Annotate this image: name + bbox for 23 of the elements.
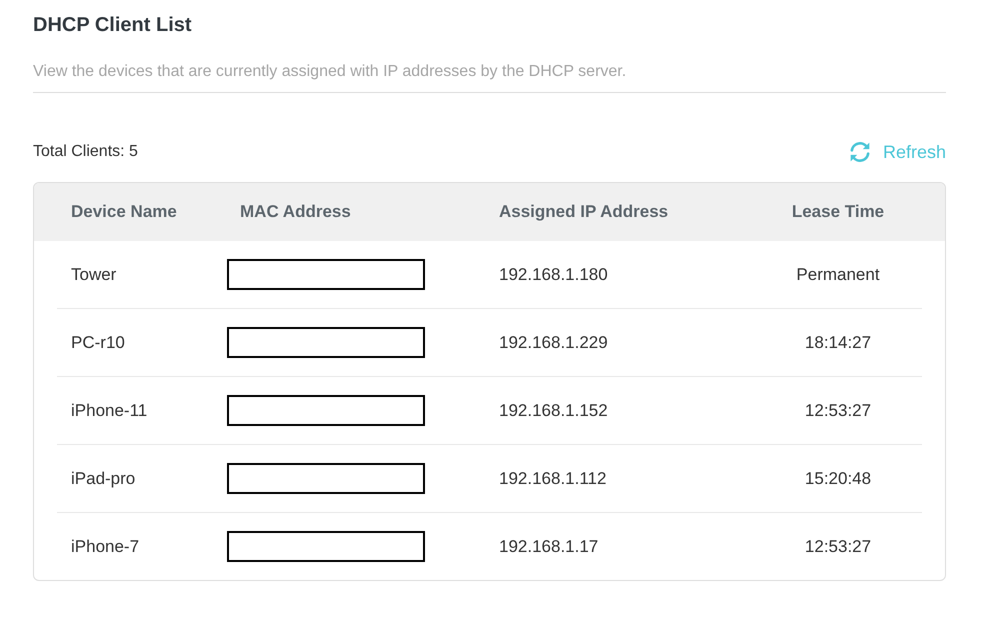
- table-cell-text: iPad-pro: [71, 468, 136, 488]
- table-cell-text: 192.168.1.180: [499, 264, 609, 284]
- table-cell-text: 192.168.1.229: [499, 332, 609, 352]
- table-cell-text: iPhone-7: [71, 536, 140, 556]
- table-cell-text: Tower: [71, 264, 118, 284]
- table-cell-text: 18:14:27: [804, 332, 872, 352]
- table-cell-text: 15:20:48: [804, 468, 872, 488]
- total-clients-count: Total Clients: 5: [33, 143, 138, 161]
- table-cell-text: 12:53:27: [804, 536, 872, 556]
- table-cell-text: 192.168.1.112: [499, 468, 608, 488]
- table-cell-text: 12:53:27: [804, 400, 872, 420]
- table-cell-text: Permanent: [795, 264, 881, 284]
- refresh-button[interactable]: Refresh: [846, 139, 946, 165]
- table-cell-text: 192.168.1.152: [499, 400, 609, 420]
- page-description: View the devices that are currently assigned with IP addresses by the DHCP server.: [33, 62, 628, 82]
- table-cell-text: iPhone-11: [71, 400, 148, 420]
- column-header: Assigned IP Address: [499, 202, 670, 222]
- column-header: MAC Address: [240, 202, 352, 222]
- page-title: DHCP Client List: [33, 13, 193, 38]
- table-cell-text: 192.168.1.17: [499, 536, 600, 556]
- table-cell-text: PC-r10: [71, 332, 126, 352]
- column-header: Lease Time: [790, 202, 886, 222]
- column-header: Device Name: [71, 202, 178, 222]
